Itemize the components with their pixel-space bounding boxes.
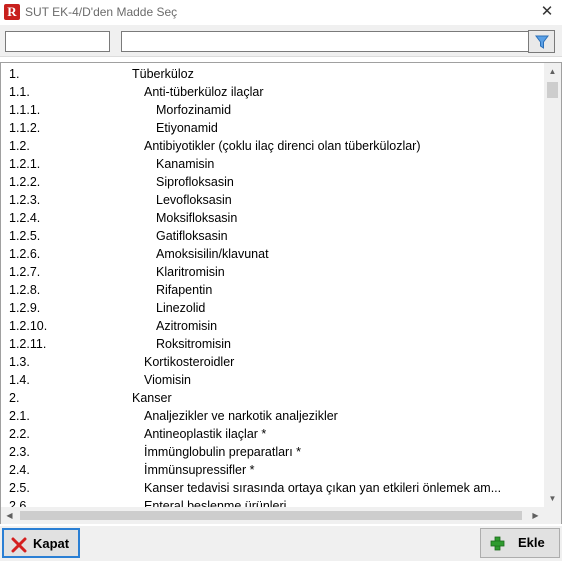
item-name: Moksifloksasin — [156, 211, 238, 225]
item-name: Roksitromisin — [156, 337, 232, 351]
item-code: 1.1. — [9, 85, 30, 99]
item-name: Klaritromisin — [156, 265, 225, 279]
scroll-right-icon[interactable]: ▶ — [527, 507, 544, 524]
window-close-button[interactable]: ✕ — [532, 0, 562, 25]
item-name: Kanamisin — [156, 157, 215, 171]
vertical-scrollbar[interactable]: ▲ ▼ — [544, 63, 561, 507]
item-name: Morfozinamid — [156, 103, 232, 117]
item-code: 1.2.8. — [9, 283, 41, 297]
item-name: İmmünsupressifler * — [144, 463, 255, 477]
list-item[interactable]: 1.2.9. Linezolid — [1, 299, 544, 317]
item-list[interactable]: 1. Tüberküloz 1.1. Anti-tüberküloz ilaçlar 1… — [0, 62, 562, 524]
item-name: Amoksisilin/klavunat — [156, 247, 269, 261]
item-code: 2.5. — [9, 481, 30, 495]
item-code: 1.2.7. — [9, 265, 41, 279]
title-bar: R SUT EK-4/D'den Madde Seç ✕ — [0, 0, 562, 25]
horizontal-scroll-thumb[interactable] — [20, 511, 522, 520]
list-item[interactable]: 2. Kanser — [1, 389, 544, 407]
item-code: 1. — [9, 67, 20, 81]
filter-bar — [0, 25, 562, 57]
item-code: 1.1.2. — [9, 121, 41, 135]
item-name: Anti-tüberküloz ilaçlar — [144, 85, 264, 99]
list-item[interactable]: 1.2. Antibiyotikler (çoklu ilaç direnci o… — [1, 137, 544, 155]
item-name: Siprofloksasin — [156, 175, 234, 189]
list-item[interactable]: 1.3. Kortikosteroidler — [1, 353, 544, 371]
item-name: Azitromisin — [156, 319, 218, 333]
item-code: 2. — [9, 391, 20, 405]
item-name: Viomisin — [144, 373, 192, 387]
item-name: Kanser tedavisi sırasında ortaya çıkan y… — [144, 481, 502, 495]
close-button[interactable]: Kapat — [2, 528, 80, 558]
list-item[interactable]: 1.2.7. Klaritromisin — [1, 263, 544, 281]
list-item[interactable]: 1.2.6. Amoksisilin/klavunat — [1, 245, 544, 263]
scroll-down-icon[interactable]: ▼ — [544, 490, 561, 507]
item-name: Kanser — [132, 391, 172, 405]
list-item[interactable]: 2.4. İmmünsupressifler * — [1, 461, 544, 479]
list-item[interactable]: 1.4. Viomisin — [1, 371, 544, 389]
item-code: 1.2.3. — [9, 193, 41, 207]
list-item[interactable]: 2.2. Antineoplastik ilaçlar * — [1, 425, 544, 443]
item-code: 1.2.2. — [9, 175, 41, 189]
list-item[interactable]: 1.1.2. Etiyonamid — [1, 119, 544, 137]
horizontal-scrollbar[interactable]: ◀ ▶ — [1, 507, 544, 524]
item-code: 2.2. — [9, 427, 30, 441]
list-item[interactable]: 2.1. Analjezikler ve narkotik analjezikle… — [1, 407, 544, 425]
red-x-icon — [11, 537, 27, 553]
item-code: 1.2.6. — [9, 247, 41, 261]
item-name: Levofloksasin — [156, 193, 232, 207]
list-rows: 1. Tüberküloz 1.1. Anti-tüberküloz ilaçlar 1… — [1, 65, 544, 509]
list-item[interactable]: 1.2.4. Moksifloksasin — [1, 209, 544, 227]
app-logo-icon: R — [4, 4, 20, 20]
item-code: 2.1. — [9, 409, 30, 423]
item-code: 1.2.4. — [9, 211, 41, 225]
item-name: Etiyonamid — [156, 121, 218, 135]
item-name: Kortikosteroidler — [144, 355, 235, 369]
item-name: Rifapentin — [156, 283, 213, 297]
item-name: Tüberküloz — [132, 67, 194, 81]
item-code: 1.2.9. — [9, 301, 41, 315]
list-item[interactable]: 1.2.10. Azitromisin — [1, 317, 544, 335]
scroll-left-icon[interactable]: ◀ — [1, 507, 18, 524]
list-item[interactable]: 1.1.1. Morfozinamid — [1, 101, 544, 119]
green-plus-icon — [490, 536, 505, 551]
item-code: 2.4. — [9, 463, 30, 477]
filter-button[interactable] — [528, 30, 555, 53]
item-name: İmmünglobulin preparatları * — [144, 445, 302, 459]
item-name: Gatifloksasin — [156, 229, 228, 243]
item-code: 1.2.1. — [9, 157, 41, 171]
vertical-scroll-thumb[interactable] — [547, 82, 558, 98]
item-code: 1.2.10. — [9, 319, 48, 333]
item-name: Analjezikler ve narkotik analjezikler — [144, 409, 338, 423]
item-code: 1.2.5. — [9, 229, 41, 243]
scroll-up-icon[interactable]: ▲ — [544, 63, 561, 80]
window-title: SUT EK-4/D'den Madde Seç — [25, 5, 178, 19]
item-name: Antibiyotikler (çoklu ilaç direnci olan … — [144, 139, 421, 153]
list-item[interactable]: 1.2.2. Siprofloksasin — [1, 173, 544, 191]
name-filter-input[interactable] — [121, 31, 528, 52]
list-item[interactable]: 1.2.3. Levofloksasin — [1, 191, 544, 209]
add-button[interactable]: Ekle — [480, 528, 560, 558]
scrollbar-corner — [544, 507, 561, 524]
list-item[interactable]: 1.1. Anti-tüberküloz ilaçlar — [1, 83, 544, 101]
item-code: 1.2. — [9, 139, 30, 153]
list-item[interactable]: 1. Tüberküloz — [1, 65, 544, 83]
code-filter-input[interactable] — [5, 31, 110, 52]
button-bar: Kapat Ekle — [0, 526, 562, 561]
item-name: Linezolid — [156, 301, 206, 315]
item-name: Antineoplastik ilaçlar * — [144, 427, 267, 441]
item-code: 2.3. — [9, 445, 30, 459]
list-item[interactable]: 1.2.1. Kanamisin — [1, 155, 544, 173]
close-button-label: Kapat — [33, 536, 70, 551]
list-item[interactable]: 1.2.11. Roksitromisin — [1, 335, 544, 353]
list-item[interactable]: 1.2.5. Gatifloksasin — [1, 227, 544, 245]
item-code: 1.1.1. — [9, 103, 41, 117]
filter-funnel-icon — [535, 35, 549, 49]
list-item[interactable]: 2.3. İmmünglobulin preparatları * — [1, 443, 544, 461]
item-code: 1.4. — [9, 373, 30, 387]
add-button-label: Ekle — [518, 535, 545, 550]
list-item[interactable]: 1.2.8. Rifapentin — [1, 281, 544, 299]
list-item[interactable]: 2.5. Kanser tedavisi sırasında ortaya çık… — [1, 479, 544, 497]
item-code: 1.3. — [9, 355, 30, 369]
item-code: 1.2.11. — [9, 337, 47, 351]
